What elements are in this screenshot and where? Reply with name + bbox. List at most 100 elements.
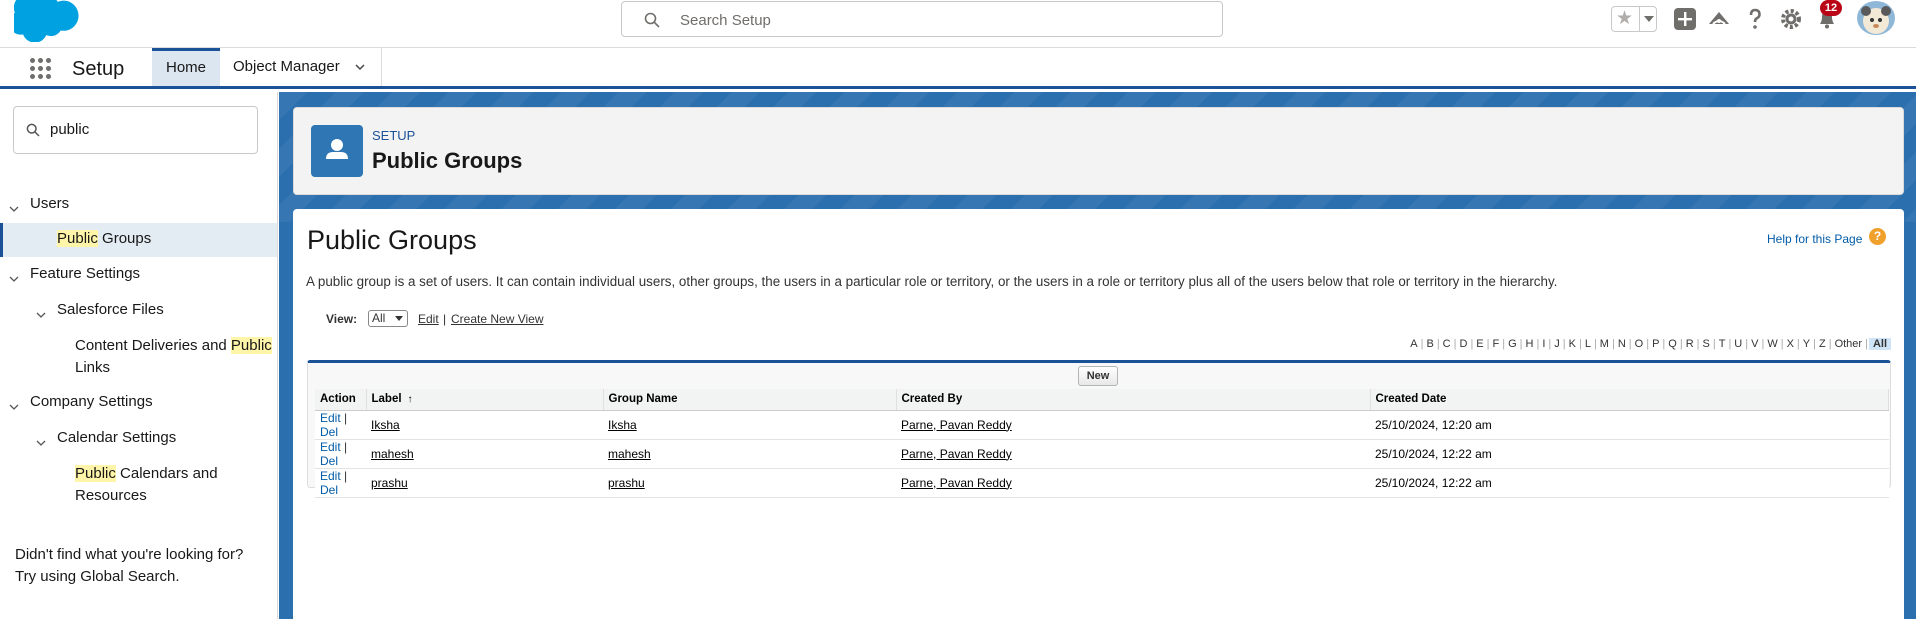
delete-link[interactable]: Del [320, 454, 338, 468]
alpha-filter-q[interactable]: Q [1666, 338, 1679, 350]
quick-find-box[interactable]: public [13, 106, 258, 154]
sidebar-item-users[interactable]: Users [30, 193, 69, 215]
alpha-filter-o[interactable]: O [1633, 338, 1646, 350]
alpha-filter-f[interactable]: F [1491, 338, 1502, 350]
group-label-link[interactable]: Iksha [371, 418, 400, 432]
alpha-filter-n[interactable]: N [1616, 338, 1628, 350]
cell-created-by: Parne, Pavan Reddy [896, 468, 1370, 498]
user-avatar[interactable] [1857, 1, 1895, 35]
help-for-this-page-link[interactable]: Help for this Page [1767, 232, 1862, 246]
delete-link[interactable]: Del [320, 425, 338, 439]
alpha-filter-a[interactable]: A [1408, 338, 1419, 350]
alpha-filter-i[interactable]: I [1540, 338, 1547, 350]
alpha-filter-y[interactable]: Y [1801, 338, 1812, 350]
search-highlight: Public [57, 230, 98, 247]
help-question-icon[interactable]: ? [1869, 228, 1886, 245]
alpha-filter-g[interactable]: G [1506, 338, 1519, 350]
sidebar-item-public-groups-label[interactable]: Public Groups [57, 228, 151, 250]
column-header-group-name[interactable]: Group Name [603, 389, 897, 411]
chevron-down-icon[interactable] [9, 274, 19, 284]
chevron-down-icon[interactable] [9, 402, 19, 412]
sidebar-item-content-deliveries-line2[interactable]: Links [75, 357, 110, 379]
alpha-filter-all[interactable]: All [1868, 338, 1891, 350]
table-row: Edit | Del mahesh mahesh Parne, Pavan Reddy… [315, 439, 1889, 469]
chevron-down-icon[interactable] [9, 204, 19, 214]
global-search-input[interactable] [680, 8, 1200, 32]
alpha-filter-e[interactable]: E [1474, 338, 1485, 350]
column-header-label-text: Label [371, 393, 402, 406]
sidebar-label-text: Content Deliveries and [75, 337, 231, 354]
star-icon[interactable]: ★ [1616, 9, 1633, 29]
sidebar-item-salesforce-files[interactable]: Salesforce Files [57, 299, 164, 321]
sort-ascending-icon[interactable]: ↑ [408, 394, 413, 405]
column-header-label[interactable]: Label ↑ [366, 389, 604, 411]
column-header-created-date[interactable]: Created Date [1370, 389, 1889, 411]
cell-created-by: Parne, Pavan Reddy [896, 439, 1370, 469]
alpha-filter-w[interactable]: W [1765, 338, 1779, 350]
edit-link[interactable]: Edit [320, 469, 341, 483]
tab-object-manager[interactable]: Object Manager [220, 48, 382, 86]
sidebar-item-company-settings[interactable]: Company Settings [30, 391, 153, 413]
alpha-filter-k[interactable]: K [1567, 338, 1578, 350]
sidebar-item-public-calendars-line2[interactable]: Resources [75, 485, 147, 507]
breadcrumb[interactable]: SETUP [372, 128, 415, 143]
group-label-link[interactable]: mahesh [371, 447, 414, 461]
chevron-down-icon[interactable] [36, 438, 46, 448]
favorites-dropdown-icon[interactable] [1639, 7, 1657, 31]
sidebar-item-calendar-settings[interactable]: Calendar Settings [57, 427, 176, 449]
alpha-filter-r[interactable]: R [1684, 338, 1696, 350]
favorites-button[interactable]: ★ [1611, 6, 1657, 32]
alpha-filter-z[interactable]: Z [1817, 338, 1828, 350]
action-separator: | [344, 468, 348, 483]
alpha-filter-j[interactable]: J [1552, 338, 1562, 350]
quick-find-input[interactable]: public [50, 121, 89, 138]
alpha-filter-b[interactable]: B [1424, 338, 1435, 350]
created-by-link[interactable]: Parne, Pavan Reddy [901, 447, 1012, 461]
app-launcher-icon[interactable] [30, 58, 52, 80]
global-search[interactable] [621, 1, 1223, 37]
view-edit-link[interactable]: Edit [418, 312, 439, 326]
sidebar-item-public-calendars[interactable]: Public Calendars and [75, 463, 218, 485]
alpha-filter-v[interactable]: V [1749, 338, 1760, 350]
sidebar-item-feature-settings[interactable]: Feature Settings [30, 263, 140, 285]
delete-link[interactable]: Del [320, 483, 338, 497]
gear-icon[interactable] [1779, 7, 1803, 31]
alpha-filter-c[interactable]: C [1441, 338, 1453, 350]
create-new-view-link[interactable]: Create New View [451, 312, 543, 326]
alpha-filter-other[interactable]: Other [1833, 338, 1865, 350]
cell-label: Iksha [366, 410, 603, 440]
created-by-link[interactable]: Parne, Pavan Reddy [901, 418, 1012, 432]
edit-link[interactable]: Edit [320, 411, 341, 425]
created-by-link[interactable]: Parne, Pavan Reddy [901, 476, 1012, 490]
alpha-filter-l[interactable]: L [1583, 338, 1593, 350]
add-icon[interactable] [1673, 7, 1697, 31]
page-description: A public group is a set of users. It can… [306, 274, 1558, 289]
notification-badge: 12 [1820, 0, 1842, 16]
alpha-filter-s[interactable]: S [1701, 338, 1712, 350]
alpha-filter-m[interactable]: M [1598, 338, 1611, 350]
salesforce-logo[interactable] [14, 0, 80, 42]
sidebar-item-content-deliveries[interactable]: Content Deliveries and Public [75, 335, 272, 357]
chevron-down-icon[interactable] [355, 62, 365, 72]
alpha-filter-d[interactable]: D [1457, 338, 1469, 350]
sidebar-help-text: Didn't find what you're looking for? Try… [15, 544, 243, 588]
search-highlight: Public [230, 337, 272, 354]
edit-link[interactable]: Edit [320, 440, 341, 454]
new-group-button[interactable]: New [1078, 366, 1118, 386]
alpha-filter-t[interactable]: T [1717, 338, 1728, 350]
column-header-created-by[interactable]: Created By [896, 389, 1371, 411]
alpha-filter-h[interactable]: H [1524, 338, 1536, 350]
tab-home[interactable]: Home [152, 48, 220, 86]
view-select[interactable]: All [368, 310, 408, 327]
group-name-link[interactable]: prashu [608, 476, 645, 490]
alpha-filter-p[interactable]: P [1650, 338, 1661, 350]
group-label-link[interactable]: prashu [371, 476, 408, 490]
help-icon[interactable] [1743, 7, 1767, 31]
group-name-link[interactable]: Iksha [608, 418, 637, 432]
trailhead-icon[interactable] [1707, 7, 1731, 31]
group-name-link[interactable]: mahesh [608, 447, 651, 461]
alpha-filter-x[interactable]: X [1785, 338, 1796, 350]
chevron-down-icon[interactable] [36, 310, 46, 320]
alpha-filter-u[interactable]: U [1732, 338, 1744, 350]
cell-created-date: 25/10/2024, 12:22 am [1370, 439, 1889, 469]
